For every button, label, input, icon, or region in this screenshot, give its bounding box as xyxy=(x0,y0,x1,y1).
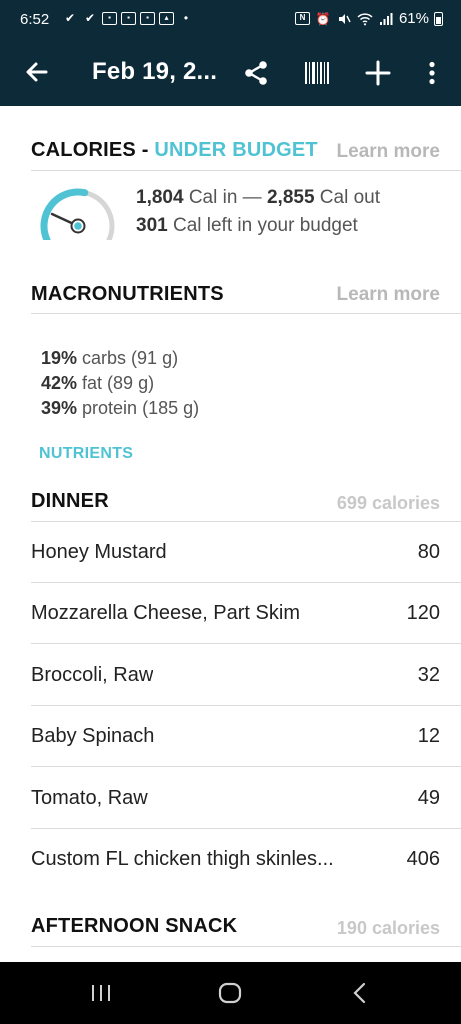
plus-icon[interactable] xyxy=(362,57,394,89)
calories-title: CALORIES - UNDER BUDGET xyxy=(31,139,318,162)
afternoon-snack-calories: 190 calories xyxy=(336,918,440,938)
divider xyxy=(31,946,461,947)
app-notification-icon: ▪ xyxy=(140,11,155,25)
cal-in-value: 1,804 xyxy=(136,187,184,208)
food-row[interactable]: Honey Mustard 80 xyxy=(0,522,461,583)
food-name: Baby Spinach xyxy=(31,725,155,747)
macro-pct: 39% xyxy=(41,398,78,418)
nfc-icon: N xyxy=(294,12,310,25)
app-notification-icon: ▪ xyxy=(102,11,117,25)
food-calories: 49 xyxy=(417,787,440,809)
food-row[interactable]: Baby Spinach 12 xyxy=(0,706,461,767)
food-name: Mozzarella Cheese, Part Skim xyxy=(31,602,300,624)
food-calories: 12 xyxy=(417,725,440,747)
mute-icon xyxy=(336,11,352,27)
food-calories: 32 xyxy=(417,664,440,686)
battery-icon xyxy=(434,11,443,26)
cal-in-label: Cal in — xyxy=(183,187,267,208)
dinner-calories: 699 calories xyxy=(336,493,440,513)
calorie-gauge xyxy=(38,184,116,244)
back-arrow-icon[interactable] xyxy=(22,57,52,87)
barcode-icon[interactable] xyxy=(301,57,333,89)
food-calories: 80 xyxy=(417,541,440,563)
cal-left-label: Cal left in your budget xyxy=(167,215,358,236)
app-bar: Feb 19, 2... xyxy=(0,40,461,106)
wifi-icon xyxy=(357,11,373,27)
macros-learn-more-link[interactable]: Learn more xyxy=(337,284,440,306)
battery-percent: 61% xyxy=(398,10,429,27)
system-nav-bar xyxy=(0,962,461,1024)
back-icon[interactable] xyxy=(345,978,375,1008)
dinner-title: DINNER xyxy=(31,490,109,512)
check-icon: ✔ xyxy=(84,11,96,25)
afternoon-snack-title: AFTERNOON SNACK xyxy=(31,915,238,937)
food-name: Honey Mustard xyxy=(31,541,167,563)
cal-left-value: 301 xyxy=(136,215,168,236)
notification-icons: ✔ ✔ ▪ ▪ ▪ ▴ • xyxy=(62,10,194,26)
image-icon: ▴ xyxy=(159,11,174,25)
macro-carbs: 19% carbs (91 g) xyxy=(41,348,178,369)
food-name: Custom FL chicken thigh skinles... xyxy=(31,848,334,870)
macro-fat: 42% fat (89 g) xyxy=(41,373,154,394)
divider xyxy=(31,643,461,644)
food-name: Broccoli, Raw xyxy=(31,664,154,686)
divider xyxy=(31,313,461,314)
food-calories: 120 xyxy=(406,602,440,624)
macro-text: fat (89 g) xyxy=(77,373,155,393)
home-icon[interactable] xyxy=(215,978,245,1008)
signal-icon xyxy=(378,11,394,27)
food-row[interactable]: Custom FL chicken thigh skinles... 406 xyxy=(0,829,461,890)
check-icon: ✔ xyxy=(64,11,76,25)
dot-icon: • xyxy=(183,11,189,25)
share-icon[interactable] xyxy=(240,57,272,89)
more-vertical-icon[interactable] xyxy=(416,57,448,89)
food-name: Tomato, Raw xyxy=(31,787,148,809)
calories-left: 301 Cal left in your budget xyxy=(136,215,358,237)
macro-protein: 39% protein (185 g) xyxy=(41,398,199,419)
macro-pct: 42% xyxy=(41,373,78,393)
cal-out-label: Cal out xyxy=(314,187,380,208)
page-title: Feb 19, 2... xyxy=(92,58,218,85)
cal-out-value: 2,855 xyxy=(266,187,315,208)
calories-title-prefix: CALORIES - xyxy=(31,139,155,161)
nutrients-link[interactable]: NUTRIENTS xyxy=(39,445,133,463)
macro-pct: 19% xyxy=(41,348,78,368)
macro-text: protein (185 g) xyxy=(77,398,200,418)
divider xyxy=(31,170,461,171)
status-time: 6:52 xyxy=(20,11,50,28)
system-icons: N ⏰ 61% xyxy=(294,10,443,27)
alarm-icon: ⏰ xyxy=(315,11,331,26)
macro-text: carbs (91 g) xyxy=(77,348,179,368)
calories-status: UNDER BUDGET xyxy=(154,139,318,161)
status-bar: 6:52 ✔ ✔ ▪ ▪ ▪ ▴ • N ⏰ 61% xyxy=(0,0,461,40)
macronutrients-title: MACRONUTRIENTS xyxy=(31,283,224,305)
food-row[interactable]: Mozzarella Cheese, Part Skim 120 xyxy=(0,583,461,644)
recents-icon[interactable] xyxy=(86,978,116,1008)
calories-learn-more-link[interactable]: Learn more xyxy=(337,141,440,163)
divider xyxy=(31,766,461,767)
food-row[interactable]: Broccoli, Raw 32 xyxy=(0,645,461,706)
calories-in-out: 1,804 Cal in — 2,855 Cal out xyxy=(136,187,380,209)
food-calories: 406 xyxy=(406,848,440,870)
app-notification-icon: ▪ xyxy=(121,11,136,25)
food-row[interactable]: Tomato, Raw 49 xyxy=(0,768,461,829)
